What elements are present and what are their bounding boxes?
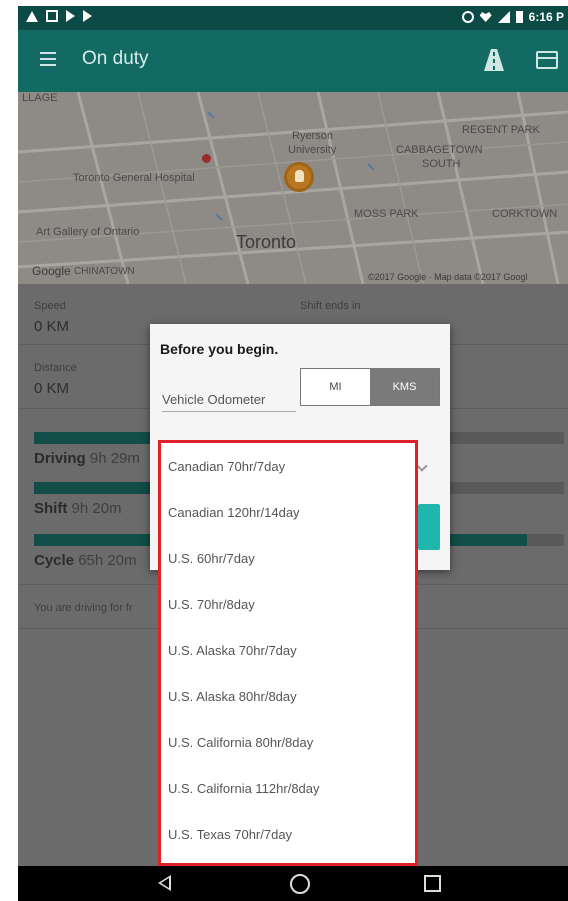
unit-toggle: MI KMS	[300, 368, 440, 406]
dropdown-option[interactable]: U.S. California 112hr/8day	[161, 765, 415, 811]
dropdown-option[interactable]: U.S. California 80hr/8day	[161, 719, 415, 765]
location-pin-icon[interactable]	[284, 162, 314, 192]
speed-label: Speed	[34, 300, 66, 312]
driving-row: Driving 9h 29m	[34, 450, 140, 467]
status-time: 6:16 P	[528, 10, 564, 24]
app-bar: On duty	[18, 30, 568, 92]
map-label-village: LLAGE	[22, 92, 58, 104]
shift-label: Shift	[34, 500, 68, 517]
sync-icon	[461, 11, 474, 23]
confirm-button[interactable]	[418, 504, 440, 550]
map-label-university: University	[288, 144, 337, 156]
hamburger-icon[interactable]	[40, 52, 56, 66]
unit-mi-button[interactable]: MI	[301, 369, 370, 405]
media-icon	[83, 10, 92, 22]
shift-ends-label: Shift ends in	[300, 300, 361, 312]
page-title: On duty	[82, 48, 149, 69]
map-label-art-gallery: Art Gallery of Ontario	[36, 226, 140, 238]
map-label-ryerson: Ryerson	[292, 130, 333, 142]
distance-label: Distance	[34, 362, 77, 374]
navigation-bar	[18, 866, 568, 901]
map-label-hospital: Toronto General Hospital	[73, 172, 195, 184]
driving-status-text: You are driving for fr	[34, 602, 133, 614]
distance-value: 0 KM	[34, 380, 70, 397]
dropdown-option[interactable]: U.S. 70hr/8day	[161, 581, 415, 627]
odometer-input[interactable]: Vehicle Odometer	[162, 388, 296, 412]
google-logo: Google	[32, 264, 71, 278]
shift-row: Shift 9h 20m	[34, 500, 122, 517]
map-label-moss-park: MOSS PARK	[354, 208, 419, 220]
map-label-toronto: Toronto	[236, 232, 297, 252]
cycle-row: Cycle 65h 20m	[34, 552, 137, 569]
signal-icon	[497, 11, 510, 23]
dropdown-option[interactable]: U.S. Alaska 70hr/7day	[161, 627, 415, 673]
phone-screen: 6:16 P On duty LLAGE Ryerson University …	[18, 6, 568, 901]
dropdown-option[interactable]: U.S. Texas 70hr/7day	[161, 811, 415, 857]
shift-bar-fill	[34, 482, 151, 494]
driving-label: Driving	[34, 450, 86, 467]
dropdown-option[interactable]: Canadian 120hr/14day	[161, 489, 415, 535]
driving-bar-fill	[34, 432, 151, 444]
screenshot-canvas: 6:16 P On duty LLAGE Ryerson University …	[0, 0, 568, 901]
map-label-chinatown: CHINATOWN	[74, 266, 135, 277]
dropdown-option[interactable]: U.S. Alaska 80hr/8day	[161, 673, 415, 719]
wifi-icon	[479, 12, 492, 22]
driving-value: 9h 29m	[89, 450, 140, 467]
back-icon[interactable]	[158, 875, 171, 891]
speed-value: 0 KM	[34, 318, 70, 335]
dialog-title: Before you begin.	[160, 341, 279, 357]
image-icon	[46, 10, 58, 22]
dropdown-option[interactable]: Canadian 70hr/7day	[161, 443, 415, 489]
map-view[interactable]: LLAGE Ryerson University REGENT PARK CAB…	[18, 92, 568, 284]
unit-kms-button[interactable]: KMS	[370, 369, 439, 405]
home-icon[interactable]	[290, 874, 310, 894]
road-icon[interactable]	[482, 49, 506, 71]
shift-value: 9h 20m	[71, 500, 122, 517]
alert-icon	[26, 10, 38, 22]
status-left-icons	[26, 10, 92, 22]
play-icon	[66, 10, 75, 22]
card-icon[interactable]	[536, 51, 558, 69]
chevron-down-icon[interactable]	[416, 460, 428, 472]
map-label-south: SOUTH	[422, 158, 461, 170]
cycle-label: Cycle	[34, 552, 75, 569]
map-label-corktown: CORKTOWN	[492, 208, 558, 220]
status-bar: 6:16 P	[18, 6, 568, 30]
ruleset-dropdown-list: Canadian 70hr/7day Canadian 120hr/14day …	[158, 440, 418, 866]
cycle-value: 65h 20m	[78, 552, 137, 569]
status-right-icons: 6:16 P	[461, 10, 564, 24]
map-label-regent-park: REGENT PARK	[462, 124, 540, 136]
map-attribution: ©2017 Google · Map data ©2017 Googl	[368, 272, 528, 282]
recent-apps-icon[interactable]	[424, 875, 441, 892]
battery-icon	[515, 11, 523, 23]
map-label-cabbagetown: CABBAGETOWN	[396, 144, 483, 156]
hospital-marker-icon[interactable]	[202, 154, 211, 163]
dropdown-option[interactable]: U.S. 60hr/7day	[161, 535, 415, 581]
